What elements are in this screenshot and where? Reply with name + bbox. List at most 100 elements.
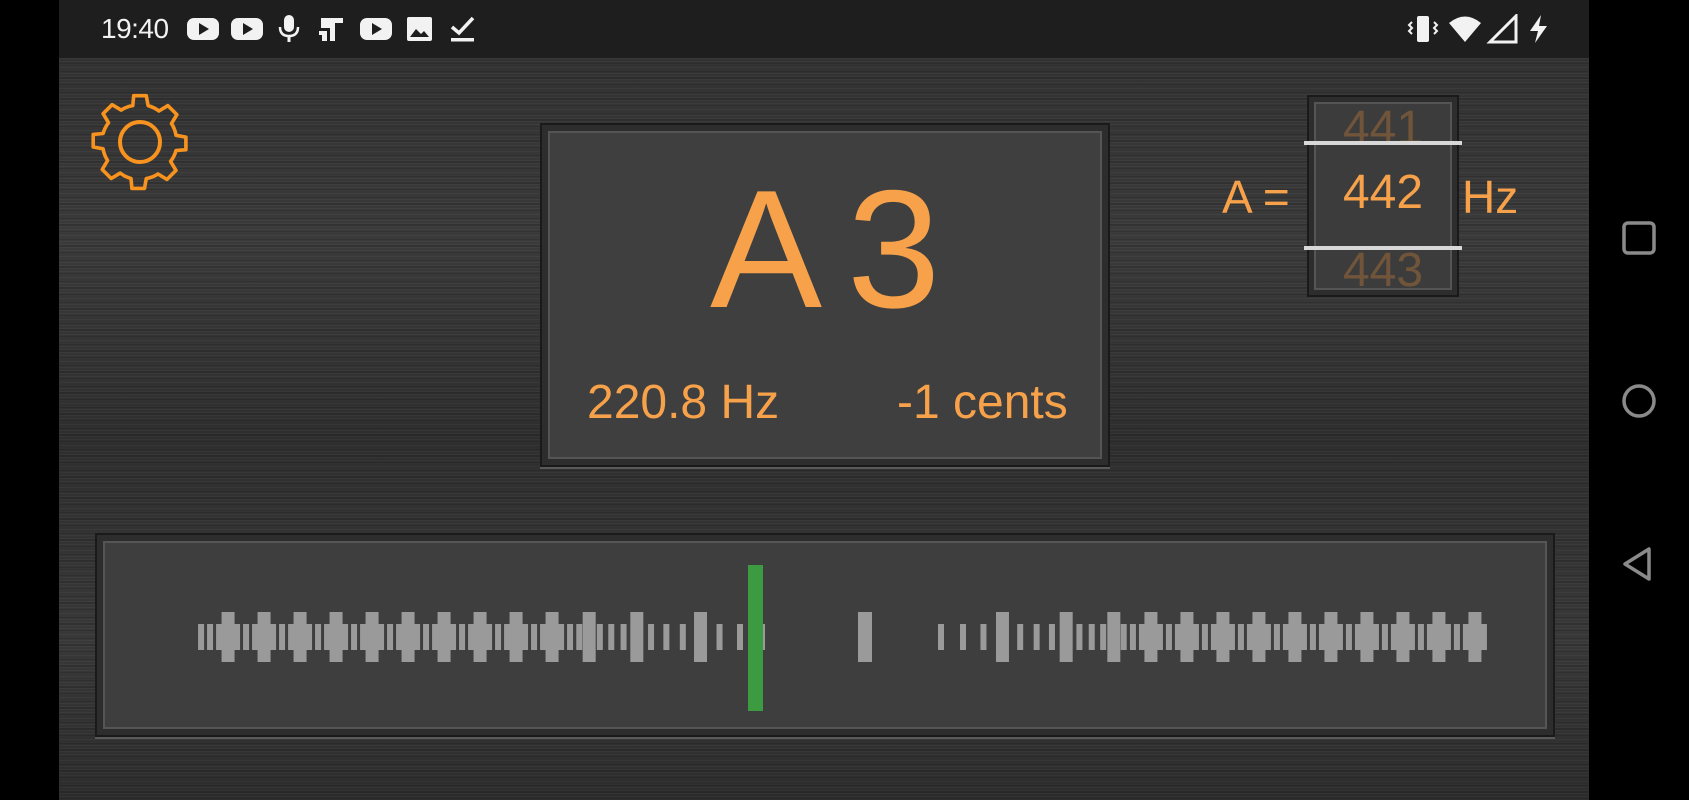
meter-tick — [1408, 624, 1415, 650]
meter-scale — [198, 565, 1487, 711]
meter-tick — [858, 612, 872, 662]
meter-tick — [1129, 624, 1136, 650]
note-name: A — [710, 155, 823, 343]
meter-tick — [351, 624, 358, 650]
meter-tick — [1444, 624, 1451, 650]
meter-tick — [252, 624, 259, 650]
meter-tick — [1120, 624, 1127, 650]
meter-tick — [207, 624, 214, 650]
youtube-icon — [360, 18, 392, 40]
meter-tick — [468, 624, 475, 650]
meter-tick — [1033, 624, 1040, 650]
meter-tick — [1372, 624, 1379, 650]
meter-tick — [1360, 612, 1374, 662]
meter-tick — [396, 624, 403, 650]
meter-tick — [737, 624, 743, 650]
meter-tick — [1336, 624, 1343, 650]
meter-tick — [1381, 624, 1388, 650]
picker-previous-value[interactable]: 441 — [1309, 105, 1457, 153]
meter-tick — [620, 624, 627, 650]
meter-tick — [1228, 624, 1235, 650]
meter-tick — [1468, 612, 1482, 662]
meter-tick — [1309, 624, 1316, 650]
meter-tick — [1480, 624, 1487, 650]
meter-tick — [1345, 624, 1352, 650]
cents-deviation: -1 cents — [897, 376, 1068, 429]
meter-tick — [450, 624, 457, 650]
meter-tick — [694, 612, 708, 662]
detected-frequency: 220.8 Hz — [587, 376, 780, 429]
meter-tick — [1100, 624, 1107, 650]
settings-gear-icon[interactable] — [90, 90, 190, 194]
meter-tick — [663, 624, 670, 650]
meter-tick — [716, 624, 723, 650]
picker-next-value[interactable]: 443 — [1309, 247, 1457, 295]
meter-tick — [648, 624, 655, 650]
meter-tick — [1432, 612, 1446, 662]
reference-frequency-picker[interactable]: 441 442 443 — [1307, 95, 1459, 297]
status-bar: 19:40 — [59, 0, 1589, 58]
jira-icon — [319, 18, 343, 41]
meter-tick — [1237, 624, 1244, 650]
meter-tick — [938, 624, 944, 650]
meter-tick — [522, 624, 529, 650]
cell-signal-icon — [1486, 14, 1518, 44]
picker-current-value[interactable]: 442 — [1309, 169, 1457, 217]
meter-tick — [378, 624, 385, 650]
note-display-panel: A 3 220.8 Hz -1 cents — [540, 123, 1110, 467]
microphone-icon — [278, 15, 300, 42]
meter-tick — [1192, 624, 1199, 650]
meter-tick — [1282, 624, 1289, 650]
meter-tick — [1210, 624, 1217, 650]
meter-tick — [279, 624, 286, 650]
note-octave: 3 — [847, 155, 941, 343]
meter-tick — [329, 612, 343, 662]
meter-tick — [504, 624, 511, 650]
reference-unit-label: Hz — [1462, 171, 1519, 223]
meter-tick — [234, 624, 241, 650]
meter-tick — [995, 612, 1009, 662]
meter-tick — [1252, 612, 1266, 662]
meter-tick — [1107, 612, 1121, 662]
youtube-icon — [231, 18, 263, 40]
home-button[interactable] — [1615, 377, 1663, 425]
meter-tick — [1264, 624, 1271, 650]
meter-tick — [1174, 624, 1181, 650]
meter-tick — [1318, 624, 1325, 650]
meter-tick — [1390, 624, 1397, 650]
meter-tick — [221, 612, 235, 662]
meter-tick — [608, 624, 615, 650]
meter-tick — [1156, 624, 1163, 650]
meter-tick — [495, 624, 502, 650]
meter-tick — [630, 612, 644, 662]
meter-tick — [1059, 612, 1073, 662]
meter-tick — [960, 624, 966, 650]
meter-tick — [486, 624, 493, 650]
picker-divider-bottom — [1304, 246, 1462, 250]
meter-tick — [582, 612, 596, 662]
youtube-icon — [187, 18, 219, 40]
wifi-icon — [1449, 16, 1481, 42]
meter-tick — [1017, 624, 1024, 650]
meter-tick — [1076, 624, 1083, 650]
meter-tick — [1273, 624, 1280, 650]
meter-tick — [1138, 624, 1145, 650]
meter-tick — [1426, 624, 1433, 650]
meter-tick — [288, 624, 295, 650]
meter-tick — [216, 624, 223, 650]
meter-tick — [1288, 612, 1302, 662]
meter-tick — [1324, 612, 1338, 662]
meter-tick — [509, 612, 523, 662]
image-icon — [407, 17, 432, 41]
recent-apps-button[interactable] — [1615, 214, 1663, 262]
charging-icon — [1530, 15, 1547, 43]
meter-tick — [1300, 624, 1307, 650]
back-button[interactable] — [1615, 540, 1663, 588]
meter-tick — [1180, 612, 1194, 662]
meter-tick — [423, 624, 430, 650]
meter-tick — [558, 624, 565, 650]
meter-tick — [540, 624, 547, 650]
meter-tick — [387, 624, 394, 650]
reference-note-label: A = — [1222, 171, 1290, 223]
meter-tick — [342, 624, 349, 650]
